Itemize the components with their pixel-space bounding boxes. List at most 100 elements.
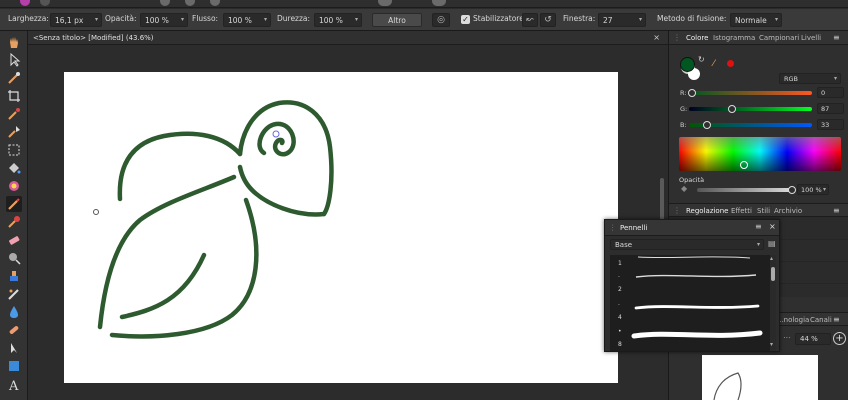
close-icon[interactable]: ×: [769, 222, 776, 231]
brushes-panel-header[interactable]: ⋮ Pennelli ≡ ×: [605, 220, 779, 236]
red-eye-tool-icon[interactable]: [6, 322, 22, 338]
tab-colore[interactable]: Colore: [686, 34, 708, 42]
window-mode-icon[interactable]: ↺: [540, 13, 556, 27]
flusso-field[interactable]: 100 % ▾: [223, 13, 271, 27]
tab-canali[interactable]: Canali: [810, 316, 832, 324]
text-tool-icon[interactable]: A: [6, 376, 22, 392]
brush-list-scrollbar[interactable]: ▴ ▾: [770, 255, 776, 351]
brush-settings-icon[interactable]: ◎: [432, 13, 450, 27]
color-mode-select[interactable]: RGB ▾: [779, 73, 841, 84]
tab-livelli[interactable]: Livelli: [801, 34, 821, 42]
marquee-tool-icon[interactable]: [6, 142, 22, 158]
toolbar-icon[interactable]: [210, 0, 220, 6]
panel-menu-icon[interactable]: ≡: [833, 315, 840, 324]
toolbar-icon[interactable]: [432, 0, 446, 6]
zoom-in-button[interactable]: +: [833, 332, 846, 345]
crop-tool-icon[interactable]: [6, 88, 22, 104]
smudge-tool-icon[interactable]: [6, 304, 22, 320]
chevron-down-icon: ▾: [756, 241, 760, 248]
navigator-thumbnail[interactable]: [702, 355, 818, 400]
eyedropper-icon[interactable]: ⁄: [713, 59, 715, 69]
brush-options-icon[interactable]: ▤: [768, 239, 776, 248]
tab-archivio[interactable]: Archivio: [774, 207, 802, 215]
tab-istogramma[interactable]: Istogramma: [713, 34, 755, 42]
clone-tool-icon[interactable]: [6, 268, 22, 284]
paint-brush-icon[interactable]: [6, 196, 22, 212]
r-slider[interactable]: [689, 91, 812, 95]
grip-icon[interactable]: ⋮: [609, 223, 617, 232]
brush-strokes-preview: [631, 256, 763, 339]
finestra-field[interactable]: 27 ▾: [598, 13, 646, 27]
brush-size-label: 1: [618, 260, 622, 267]
opacity-slider[interactable]: [697, 188, 793, 192]
flusso-value: 100 %: [228, 16, 252, 25]
opacita-field[interactable]: 100 % ▾: [140, 13, 188, 27]
chevron-down-icon: ▾: [94, 16, 98, 23]
fill-tool-icon[interactable]: [6, 160, 22, 176]
metodo-field[interactable]: Normale ▾: [730, 13, 782, 27]
durezza-field[interactable]: 100 % ▾: [314, 13, 362, 27]
canvas[interactable]: [64, 72, 618, 383]
eraser-icon[interactable]: [6, 232, 22, 248]
tab-stili[interactable]: Stili: [757, 207, 770, 215]
b-value-field[interactable]: 33: [817, 119, 844, 130]
zoom-field[interactable]: 44 %: [795, 333, 831, 345]
primary-color-swatch[interactable]: [680, 57, 695, 72]
pen-tool-icon[interactable]: [6, 340, 22, 356]
brush-size-dot: .: [618, 300, 620, 307]
zoom-menu-icon[interactable]: ⋯: [783, 333, 791, 342]
finestra-label: Finestra:: [563, 14, 596, 23]
rope-mode-icon[interactable]: ↜: [522, 13, 538, 27]
b-slider-handle[interactable]: [703, 121, 711, 129]
document-tab[interactable]: <Senza titolo> [Modified] (43.6%) ×: [28, 31, 668, 45]
larghezza-field[interactable]: 16,1 px ▾: [50, 13, 102, 27]
metodo-label: Metodo di fusione:: [657, 14, 727, 23]
stabilizzatore-checkbox[interactable]: ✓: [461, 15, 470, 24]
r-value-field[interactable]: 0: [817, 87, 844, 98]
spectrum-cursor[interactable]: [740, 161, 748, 169]
brush-size-label: 4: [618, 314, 622, 321]
durezza-value: 100 %: [319, 16, 343, 25]
flood-select-icon[interactable]: [6, 124, 22, 140]
grip-icon[interactable]: ⋮: [673, 206, 681, 215]
gradient-tool-icon[interactable]: [6, 178, 22, 194]
brush-size-label: 2: [618, 286, 622, 293]
panel-menu-icon[interactable]: ≡: [833, 33, 840, 42]
toolbar-icon[interactable]: [378, 0, 392, 6]
color-picker-icon[interactable]: [6, 70, 22, 86]
opacity-slider-handle[interactable]: [788, 186, 796, 194]
toolbar-icon[interactable]: [185, 0, 195, 6]
g-slider[interactable]: [689, 107, 812, 111]
panel-menu-icon[interactable]: ≡: [833, 206, 840, 215]
brush-category-select[interactable]: Base ▾: [610, 239, 764, 250]
brush-category-value: Base: [615, 241, 633, 249]
scroll-thumb[interactable]: [771, 267, 775, 281]
pixel-tool-icon[interactable]: [6, 214, 22, 230]
tab-effetti[interactable]: Effetti: [731, 207, 752, 215]
selection-brush-icon[interactable]: [6, 106, 22, 122]
grip-icon[interactable]: ⋮: [673, 33, 681, 42]
close-icon[interactable]: ×: [653, 33, 660, 42]
tab-cronologia[interactable]: ...nologia: [777, 316, 809, 324]
hand-tool-icon[interactable]: [6, 34, 22, 50]
color-spectrum[interactable]: [679, 137, 841, 171]
scroll-down-icon[interactable]: ▾: [770, 341, 773, 348]
move-tool-icon[interactable]: [6, 52, 22, 68]
g-slider-handle[interactable]: [728, 105, 736, 113]
brush-size-dot: •: [618, 328, 622, 335]
swap-colors-icon[interactable]: ↻: [698, 55, 705, 64]
altro-button[interactable]: Altro: [372, 13, 422, 27]
tab-regolazione[interactable]: Regolazione: [686, 207, 728, 215]
healing-tool-icon[interactable]: [6, 286, 22, 302]
shape-tool-icon[interactable]: [6, 358, 22, 374]
persona-icon[interactable]: [20, 0, 30, 6]
dodge-tool-icon[interactable]: [6, 250, 22, 266]
opacity-field[interactable]: 100 % ▾: [797, 184, 829, 195]
g-value-field[interactable]: 87: [817, 103, 844, 114]
panel-menu-icon[interactable]: ≡: [755, 222, 762, 231]
scroll-up-icon[interactable]: ▴: [770, 255, 773, 262]
toolbar-icon[interactable]: [40, 0, 50, 6]
toolbar-icon[interactable]: [160, 0, 170, 6]
r-slider-handle[interactable]: [688, 89, 696, 97]
tab-campionari[interactable]: Campionari: [759, 34, 799, 42]
